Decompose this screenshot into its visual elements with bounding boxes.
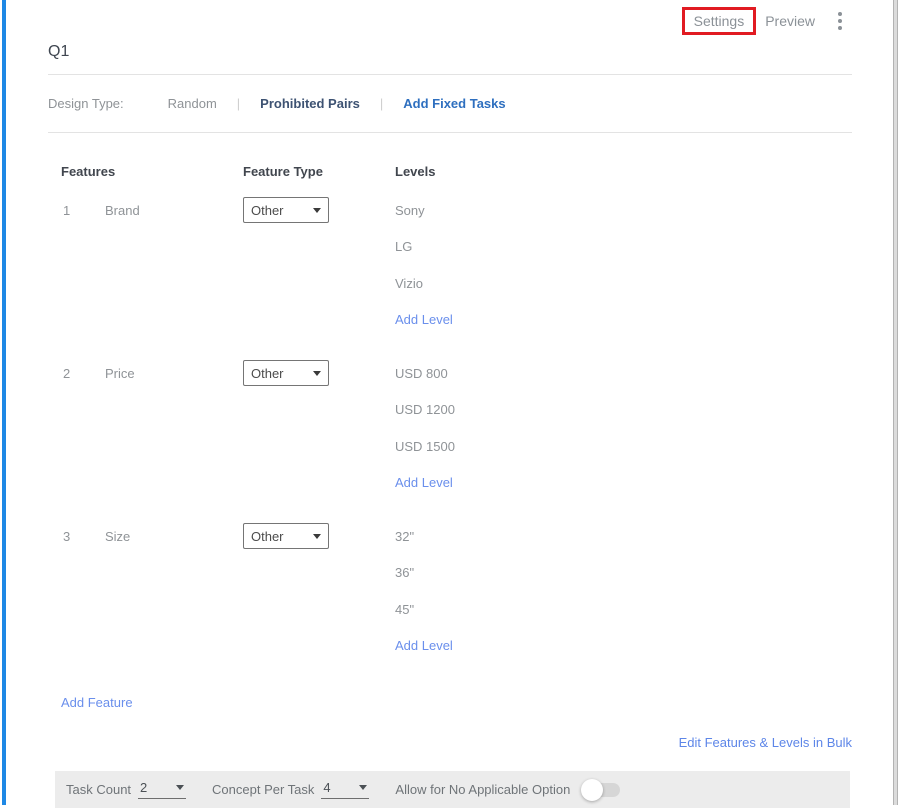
task-count-value: 2 [140, 780, 147, 795]
feature-index: 3 [48, 518, 105, 554]
feature-name-field[interactable]: Brand [105, 192, 243, 228]
feature-row: 2 Price Other USD 800 USD 1200 USD 1500 … [48, 355, 852, 501]
no-applicable-option-toggle[interactable] [583, 783, 620, 797]
task-count-select[interactable]: 2 [138, 780, 186, 799]
add-level-link[interactable]: Add Level [395, 628, 852, 665]
feature-row: 1 Brand Other Sony LG Vizio Add Level [48, 192, 852, 338]
feature-index: 1 [48, 192, 105, 228]
feature-row: 3 Size Other 32" 36" 45" Add Level [48, 518, 852, 664]
level-field[interactable]: LG [395, 229, 852, 266]
annotation-highlight-box: Settings [682, 7, 757, 35]
divider [48, 132, 852, 133]
level-field[interactable]: USD 1500 [395, 428, 852, 465]
levels-list: 32" 36" 45" Add Level [395, 518, 852, 664]
task-count-label: Task Count [66, 782, 131, 797]
preview-button[interactable]: Preview [765, 13, 815, 29]
dropdown-caret-icon [313, 208, 321, 213]
design-type-label: Design Type: [48, 96, 124, 111]
focus-highlight-stripe [2, 0, 6, 805]
level-field[interactable]: USD 800 [395, 355, 852, 392]
feature-type-dropdown[interactable]: Other [243, 360, 329, 386]
feature-index: 2 [48, 355, 105, 391]
add-fixed-tasks-link[interactable]: Add Fixed Tasks [403, 96, 505, 111]
feature-name-field[interactable]: Size [105, 518, 243, 554]
toggle-knob [581, 779, 603, 801]
bulk-edit-row: Edit Features & Levels in Bulk [48, 735, 852, 750]
levels-column-header: Levels [395, 164, 852, 179]
vertical-scrollbar[interactable] [893, 0, 898, 805]
add-level-link[interactable]: Add Level [395, 465, 852, 502]
settings-button[interactable]: Settings [694, 13, 745, 29]
level-field[interactable]: Vizio [395, 265, 852, 302]
dropdown-caret-icon [176, 785, 184, 790]
level-field[interactable]: 45" [395, 591, 852, 628]
toolbar: Settings Preview [48, 0, 852, 36]
dropdown-caret-icon [313, 534, 321, 539]
level-field[interactable]: 32" [395, 518, 852, 555]
dot [838, 19, 842, 23]
question-editor-panel: Settings Preview Q1 Design Type: Random … [0, 0, 900, 808]
feature-type-value: Other [251, 203, 284, 218]
design-settings-bar: Task Count 2 Concept Per Task 4 Allow fo… [55, 771, 850, 808]
add-level-link[interactable]: Add Level [395, 302, 852, 339]
no-applicable-option-label: Allow for No Applicable Option [395, 782, 570, 797]
feature-type-dropdown[interactable]: Other [243, 197, 329, 223]
separator: | [380, 96, 383, 111]
dot [838, 26, 842, 30]
separator: | [237, 96, 240, 111]
dropdown-caret-icon [313, 371, 321, 376]
edit-features-levels-bulk-link[interactable]: Edit Features & Levels in Bulk [679, 735, 852, 750]
feature-type-value: Other [251, 529, 284, 544]
concept-per-task-value: 4 [323, 780, 330, 795]
concept-per-task-select[interactable]: 4 [321, 780, 369, 799]
levels-list: USD 800 USD 1200 USD 1500 Add Level [395, 355, 852, 501]
more-options-icon[interactable] [836, 10, 844, 32]
question-title: Q1 [48, 43, 852, 61]
feature-type-value: Other [251, 366, 284, 381]
level-field[interactable]: 36" [395, 555, 852, 592]
dot [838, 12, 842, 16]
feature-name-field[interactable]: Price [105, 355, 243, 391]
level-field[interactable]: Sony [395, 192, 852, 229]
design-type-value[interactable]: Random [168, 96, 217, 111]
add-feature-link[interactable]: Add Feature [61, 695, 133, 710]
levels-list: Sony LG Vizio Add Level [395, 192, 852, 338]
feature-type-dropdown[interactable]: Other [243, 523, 329, 549]
prohibited-pairs-link[interactable]: Prohibited Pairs [260, 96, 360, 111]
concept-per-task-label: Concept Per Task [212, 782, 314, 797]
design-type-bar: Design Type: Random | Prohibited Pairs |… [48, 75, 852, 132]
features-column-header: Features [48, 164, 243, 179]
level-field[interactable]: USD 1200 [395, 392, 852, 429]
table-header-row: Features Feature Type Levels [48, 164, 852, 179]
dropdown-caret-icon [359, 785, 367, 790]
features-table: Features Feature Type Levels 1 Brand Oth… [48, 164, 852, 710]
feature-type-column-header: Feature Type [243, 164, 395, 179]
